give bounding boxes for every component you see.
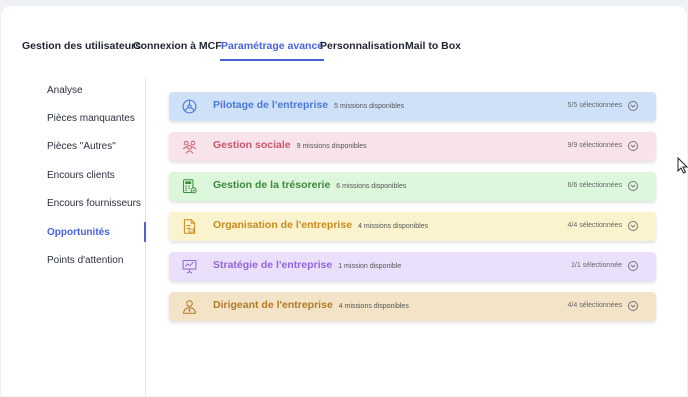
sidebar-active-indicator — [144, 222, 146, 242]
tab-parametrage-avance-label: Paramétrage avancé — [221, 40, 324, 52]
tab-connexion-mcf[interactable]: Connexion à MCF — [133, 39, 222, 53]
chevron-down-icon[interactable] — [628, 141, 638, 151]
category-selected: 4/4 sélectionnées — [567, 302, 622, 309]
category-count: 9 missions disponibles — [296, 143, 367, 150]
sidebar-item-encours-clients[interactable]: Encours clients — [47, 170, 115, 182]
category-count: 4 missions disponibles — [358, 223, 429, 230]
category-selected: 5/5 sélectionnées — [567, 102, 622, 109]
tab-parametrage-avance[interactable]: Paramétrage avancé — [220, 39, 325, 61]
category-row-dirigeant[interactable]: Dirigeant de l'entreprise 4 missions disp… — [169, 292, 656, 321]
category-count: 1 mission disponible — [338, 263, 402, 270]
category-row-gestion-sociale[interactable]: Gestion sociale 9 missions disponibles 9/… — [169, 132, 656, 161]
category-count: 6 missions disponibles — [336, 183, 407, 190]
category-row-strategie[interactable]: Stratégie de l'entreprise 1 mission dispo… — [169, 252, 656, 281]
category-selected: 6/6 sélectionnées — [567, 182, 622, 189]
category-title: Pilotage de l'entreprise — [213, 99, 329, 111]
steering-wheel-icon — [182, 99, 197, 114]
category-selected: 9/9 sélectionnées — [567, 142, 622, 149]
category-count: 5 missions disponibles — [334, 103, 405, 110]
tab-personnalisation[interactable]: Personnalisation — [320, 39, 405, 53]
chevron-down-icon[interactable] — [628, 301, 638, 311]
sidebar: Analyse Pièces manquantes Pièces "Autres… — [0, 78, 146, 397]
category-row-pilotage[interactable]: Pilotage de l'entreprise 5 missions dispo… — [169, 92, 656, 121]
category-count: 4 missions disponibles — [338, 303, 409, 310]
presentation-board-icon — [182, 260, 197, 274]
category-title: Gestion sociale — [213, 139, 291, 151]
category-title: Gestion de la trésorerie — [213, 179, 331, 191]
category-title: Organisation de l'entreprise — [213, 219, 353, 231]
sidebar-item-pieces-manquantes[interactable]: Pièces manquantes — [47, 113, 135, 125]
sidebar-item-pieces-autres[interactable]: Pièces "Autres" — [47, 141, 116, 153]
tab-mail-to-box[interactable]: Mail to Box — [405, 39, 461, 53]
calculator-icon — [183, 179, 197, 194]
sidebar-item-opportunites[interactable]: Opportunités — [47, 227, 110, 239]
document-icon — [183, 219, 196, 234]
chevron-down-icon[interactable] — [628, 221, 638, 231]
people-group-icon — [182, 140, 197, 154]
chevron-down-icon[interactable] — [628, 181, 638, 191]
category-selected: 1/1 sélectionnée — [571, 262, 622, 269]
category-title: Dirigeant de l'entreprise — [213, 299, 333, 311]
chevron-down-icon[interactable] — [628, 101, 638, 111]
chevron-down-icon[interactable] — [628, 261, 638, 271]
person-badge-icon — [182, 300, 197, 314]
sidebar-item-encours-fournisseurs[interactable]: Encours fournisseurs — [47, 198, 141, 210]
category-row-organisation[interactable]: Organisation de l'entreprise 4 missions d… — [169, 212, 656, 241]
sidebar-item-analyse[interactable]: Analyse — [47, 85, 83, 97]
category-title: Stratégie de l'entreprise — [213, 259, 333, 271]
category-row-tresorerie[interactable]: Gestion de la trésorerie 6 missions dispo… — [169, 172, 656, 201]
active-tab-indicator — [220, 59, 325, 61]
sidebar-item-points-attention[interactable]: Points d'attention — [47, 255, 123, 267]
tab-gestion-utilisateurs[interactable]: Gestion des utilisateurs — [22, 39, 141, 53]
mouse-cursor-icon — [677, 157, 688, 174]
category-selected: 4/4 sélectionnées — [567, 222, 622, 229]
